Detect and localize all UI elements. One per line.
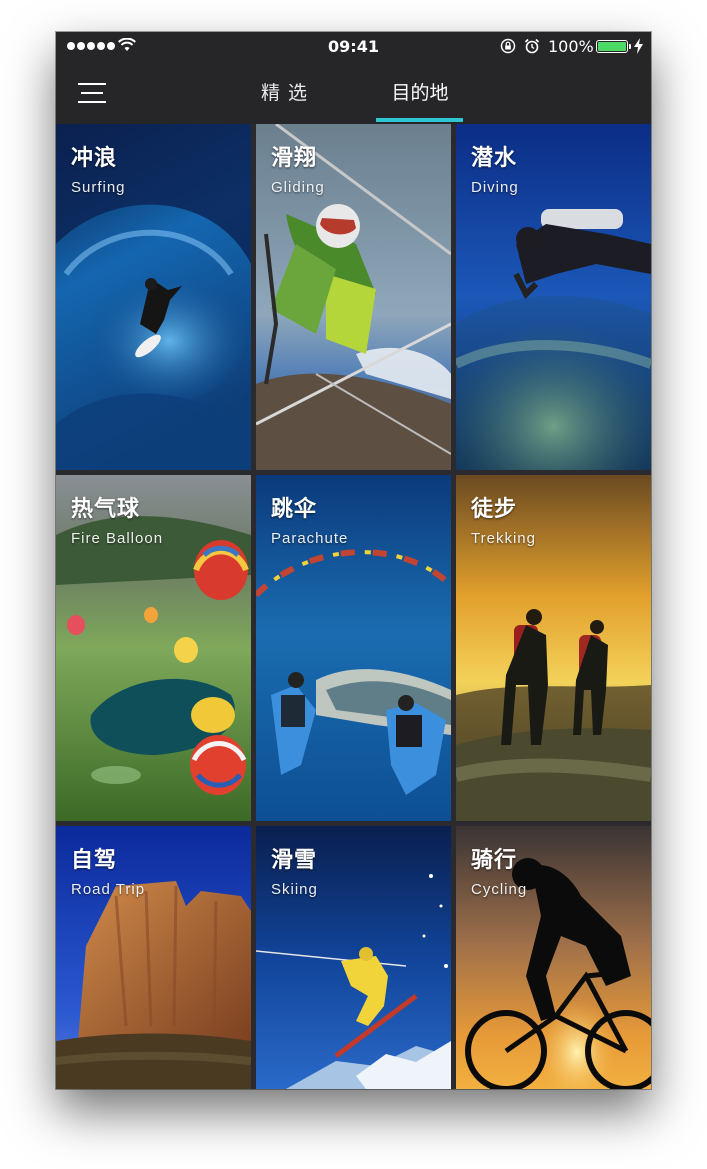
destination-title-cn: 自驾 [71,848,118,873]
destination-title-cn: 跳伞 [271,497,318,522]
surfing-photo [56,124,251,470]
status-bar: 09:41 100% [56,32,651,62]
destination-title-en: Gliding [271,179,325,196]
destination-title-en: Parachute [271,530,349,547]
parachute-photo [256,475,451,821]
destination-title-en: Fire Balloon [71,530,164,547]
phone-screen: 09:41 100% 精选 目的地 冲浪 Surfing 滑翔 Gliding … [56,32,651,1089]
destination-card-fire-balloon[interactable]: 热气球 Fire Balloon [56,475,251,821]
destination-grid: 冲浪 Surfing 滑翔 Gliding 潜水 Diving 热气球 Fire… [56,124,651,1089]
rotation-lock-icon [500,38,516,54]
destination-title-cn: 骑行 [471,848,518,873]
gliding-photo [256,124,451,470]
trekking-photo [456,475,651,821]
destination-title-cn: 潜水 [471,146,518,171]
destination-title-en: Trekking [471,530,536,547]
destination-card-road-trip[interactable]: 自驾 Road Trip [56,826,251,1089]
destination-card-parachute[interactable]: 跳伞 Parachute [256,475,451,821]
alarm-icon [524,38,540,54]
destination-card-cycling[interactable]: 骑行 Cycling [456,826,651,1089]
battery-percentage: 100% [548,37,594,56]
tab-featured[interactable]: 精选 [252,78,324,118]
destination-card-trekking[interactable]: 徒步 Trekking [456,475,651,821]
destination-title-cn: 冲浪 [71,146,118,171]
diving-photo [456,124,651,470]
destination-title-en: Diving [471,179,519,196]
destination-title-cn: 滑雪 [271,848,318,873]
fire-balloon-photo [56,475,251,821]
destination-title-en: Cycling [471,881,528,898]
destination-title-en: Skiing [271,881,318,898]
destination-card-skiing[interactable]: 滑雪 Skiing [256,826,451,1089]
tab-destinations[interactable]: 目的地 [376,78,464,118]
menu-icon[interactable] [78,81,106,105]
destination-title-cn: 徒步 [471,497,518,522]
destination-title-cn: 滑翔 [271,146,318,171]
destination-title-en: Road Trip [71,881,146,898]
destination-title-en: Surfing [71,179,126,196]
battery-icon [596,40,631,53]
charging-bolt-icon [634,38,643,54]
destination-card-surfing[interactable]: 冲浪 Surfing [56,124,251,470]
top-navigation-bar: 精选 目的地 [56,62,651,124]
active-tab-indicator [376,118,463,122]
destination-title-cn: 热气球 [71,497,141,522]
destination-card-gliding[interactable]: 滑翔 Gliding [256,124,451,470]
destination-card-diving[interactable]: 潜水 Diving [456,124,651,470]
